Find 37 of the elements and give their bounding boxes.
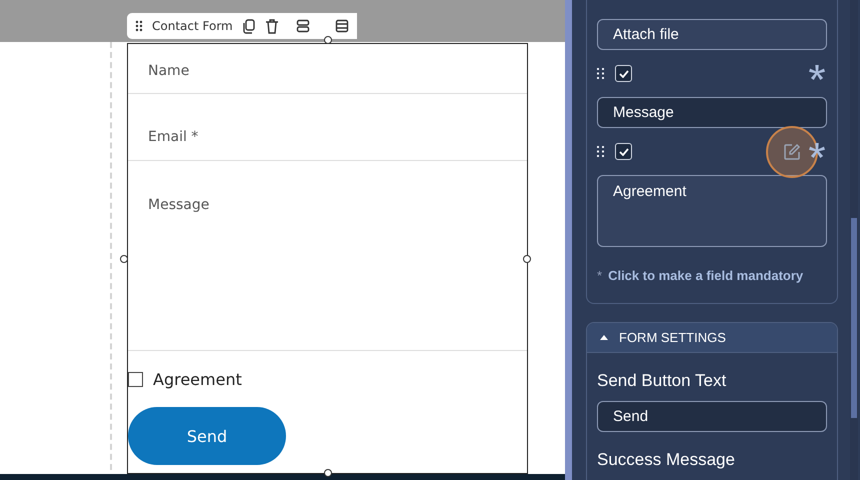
resize-handle[interactable] bbox=[523, 254, 531, 262]
checkbox-label: Agreement bbox=[153, 370, 242, 389]
field-label: Success Message bbox=[597, 450, 736, 470]
asterisk-mark: * bbox=[597, 268, 602, 283]
rows-icon bbox=[296, 19, 310, 33]
scrollbar[interactable] bbox=[850, 0, 858, 480]
input-field[interactable]: Name bbox=[128, 44, 527, 94]
placeholder-text: Email * bbox=[148, 129, 198, 145]
send-button[interactable]: Send bbox=[128, 407, 286, 465]
caret-icon bbox=[600, 335, 608, 340]
visibility-checkbox[interactable] bbox=[615, 143, 632, 160]
field-name-input[interactable]: Attach file bbox=[597, 19, 827, 50]
section-icon bbox=[334, 19, 349, 33]
field-text-area[interactable]: Agreement bbox=[597, 175, 827, 247]
drag-handle-icon[interactable] bbox=[597, 146, 604, 157]
toolbar-title: Contact Form bbox=[152, 19, 233, 33]
drag-handle-icon[interactable] bbox=[135, 20, 143, 32]
drag-handle-icon[interactable] bbox=[597, 68, 604, 79]
checkmark-icon bbox=[618, 70, 628, 78]
placeholder-text: Name bbox=[148, 63, 190, 79]
visibility-checkbox[interactable] bbox=[615, 65, 632, 82]
mandatory-hint: Click to make a field mandatory bbox=[608, 268, 804, 283]
resize-handle[interactable] bbox=[120, 254, 128, 262]
field-label: Send Button Text bbox=[597, 371, 728, 391]
trash-icon[interactable] bbox=[264, 18, 279, 34]
resize-handle[interactable] bbox=[324, 469, 332, 477]
checkmark-icon bbox=[618, 148, 628, 156]
textarea-field[interactable]: Message bbox=[128, 161, 527, 351]
checkbox[interactable] bbox=[128, 372, 143, 387]
send-text-input[interactable]: Send bbox=[597, 401, 827, 432]
field-name-input[interactable]: Message bbox=[597, 97, 827, 128]
edit-icon bbox=[783, 142, 801, 160]
section-title: FORM SETTINGS bbox=[619, 330, 726, 345]
section-header[interactable]: FORM SETTINGS bbox=[587, 323, 837, 353]
input-field[interactable]: Email * bbox=[128, 94, 527, 161]
placeholder-text: Message bbox=[148, 197, 210, 213]
copy-icon[interactable] bbox=[242, 18, 256, 34]
